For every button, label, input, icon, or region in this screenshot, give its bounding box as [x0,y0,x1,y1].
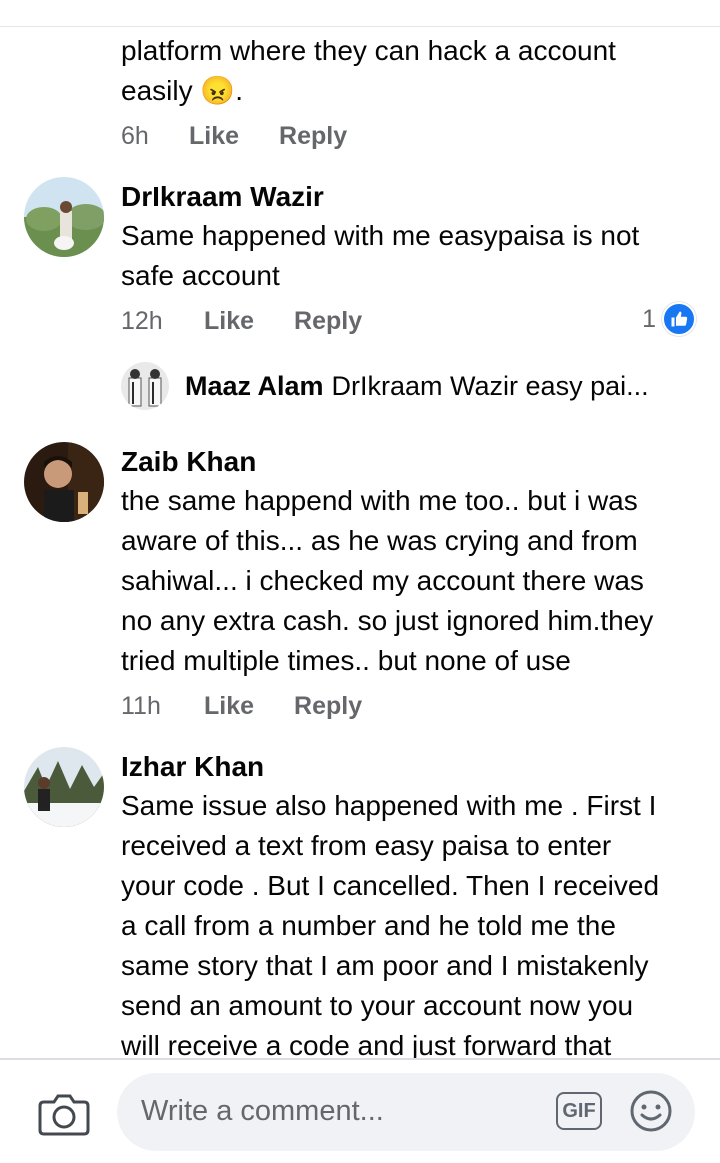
comment-line: Same happened with me easypaisa is not [121,220,640,251]
avatar[interactable] [24,177,104,257]
avatar[interactable] [24,747,104,827]
comment-1-text: platform where they can hack a account e… [121,31,711,111]
comment-line: your code . But I cancelled. Then I rece… [121,870,660,901]
comment-input[interactable]: Write a comment... GIF [117,1073,695,1151]
comment-author[interactable]: Izhar Khan [121,749,264,785]
reply-button[interactable]: Reply [279,122,347,151]
reply-author: Maaz Alam [185,370,324,401]
avatar-photo [24,747,104,827]
emoji-icon[interactable] [629,1089,673,1133]
comment-2-text: Same happened with me easypaisa is not s… [121,216,711,296]
comment-line: Same issue also happened with me . First… [121,790,657,821]
comment-author[interactable]: DrIkraam Wazir [121,179,324,215]
comment-1-meta: 6h Like Reply [121,118,387,154]
comment-line: tried multiple times.. but none of use [121,645,571,676]
timestamp: 11h [121,691,161,720]
comment-line: easily 😠. [121,75,244,106]
reply-avatar [121,362,169,410]
comment-line: platform where they can hack a account [121,35,616,66]
like-button[interactable]: Like [189,122,239,151]
thumbs-up-icon [662,302,696,336]
reply-button[interactable]: Reply [294,692,362,721]
comment-3-text: the same happend with me too.. but i was… [121,481,711,681]
timestamp: 12h [121,306,163,335]
reply-preview[interactable]: Maaz Alam DrIkraam Wazir easy pai... [121,362,649,410]
comment-line: received a text from easy paisa to enter [121,830,612,861]
top-divider [0,26,720,27]
comment-4-text: Same issue also happened with me . First… [121,786,711,1066]
comment-line: safe account [121,260,280,291]
reply-button[interactable]: Reply [294,307,362,336]
comment-2-meta: 12h Like Reply [121,303,402,339]
comment-3-meta: 11h Like Reply [121,688,402,724]
comment-line: no any extra cash. so just ignored him.t… [121,605,654,636]
like-button[interactable]: Like [204,307,254,336]
avatar-photo [24,442,104,522]
like-button[interactable]: Like [204,692,254,721]
reaction-count: 1 [642,304,656,333]
comment-line: same story that I am poor and I mistaken… [121,950,649,981]
comment-author[interactable]: Zaib Khan [121,444,256,480]
camera-icon[interactable] [38,1092,90,1136]
avatar-photo [24,177,104,257]
comment-line: the same happend with me too.. but i was [121,485,638,516]
comment-line: send an amount to your account now you [121,990,634,1021]
gif-button[interactable]: GIF [556,1092,602,1130]
reaction-summary[interactable]: 1 [642,302,696,336]
timestamp: 6h [121,121,149,150]
comment-line: sahiwal... i checked my account there wa… [121,565,644,596]
comment-placeholder: Write a comment... [141,1095,384,1127]
avatar[interactable] [24,442,104,522]
comment-composer: Write a comment... GIF [0,1058,720,1163]
reply-snippet: DrIkraam Wazir easy pai... [331,370,649,401]
comment-line: aware of this... as he was crying and fr… [121,525,638,556]
comment-line: a call from a number and he told me the [121,910,616,941]
